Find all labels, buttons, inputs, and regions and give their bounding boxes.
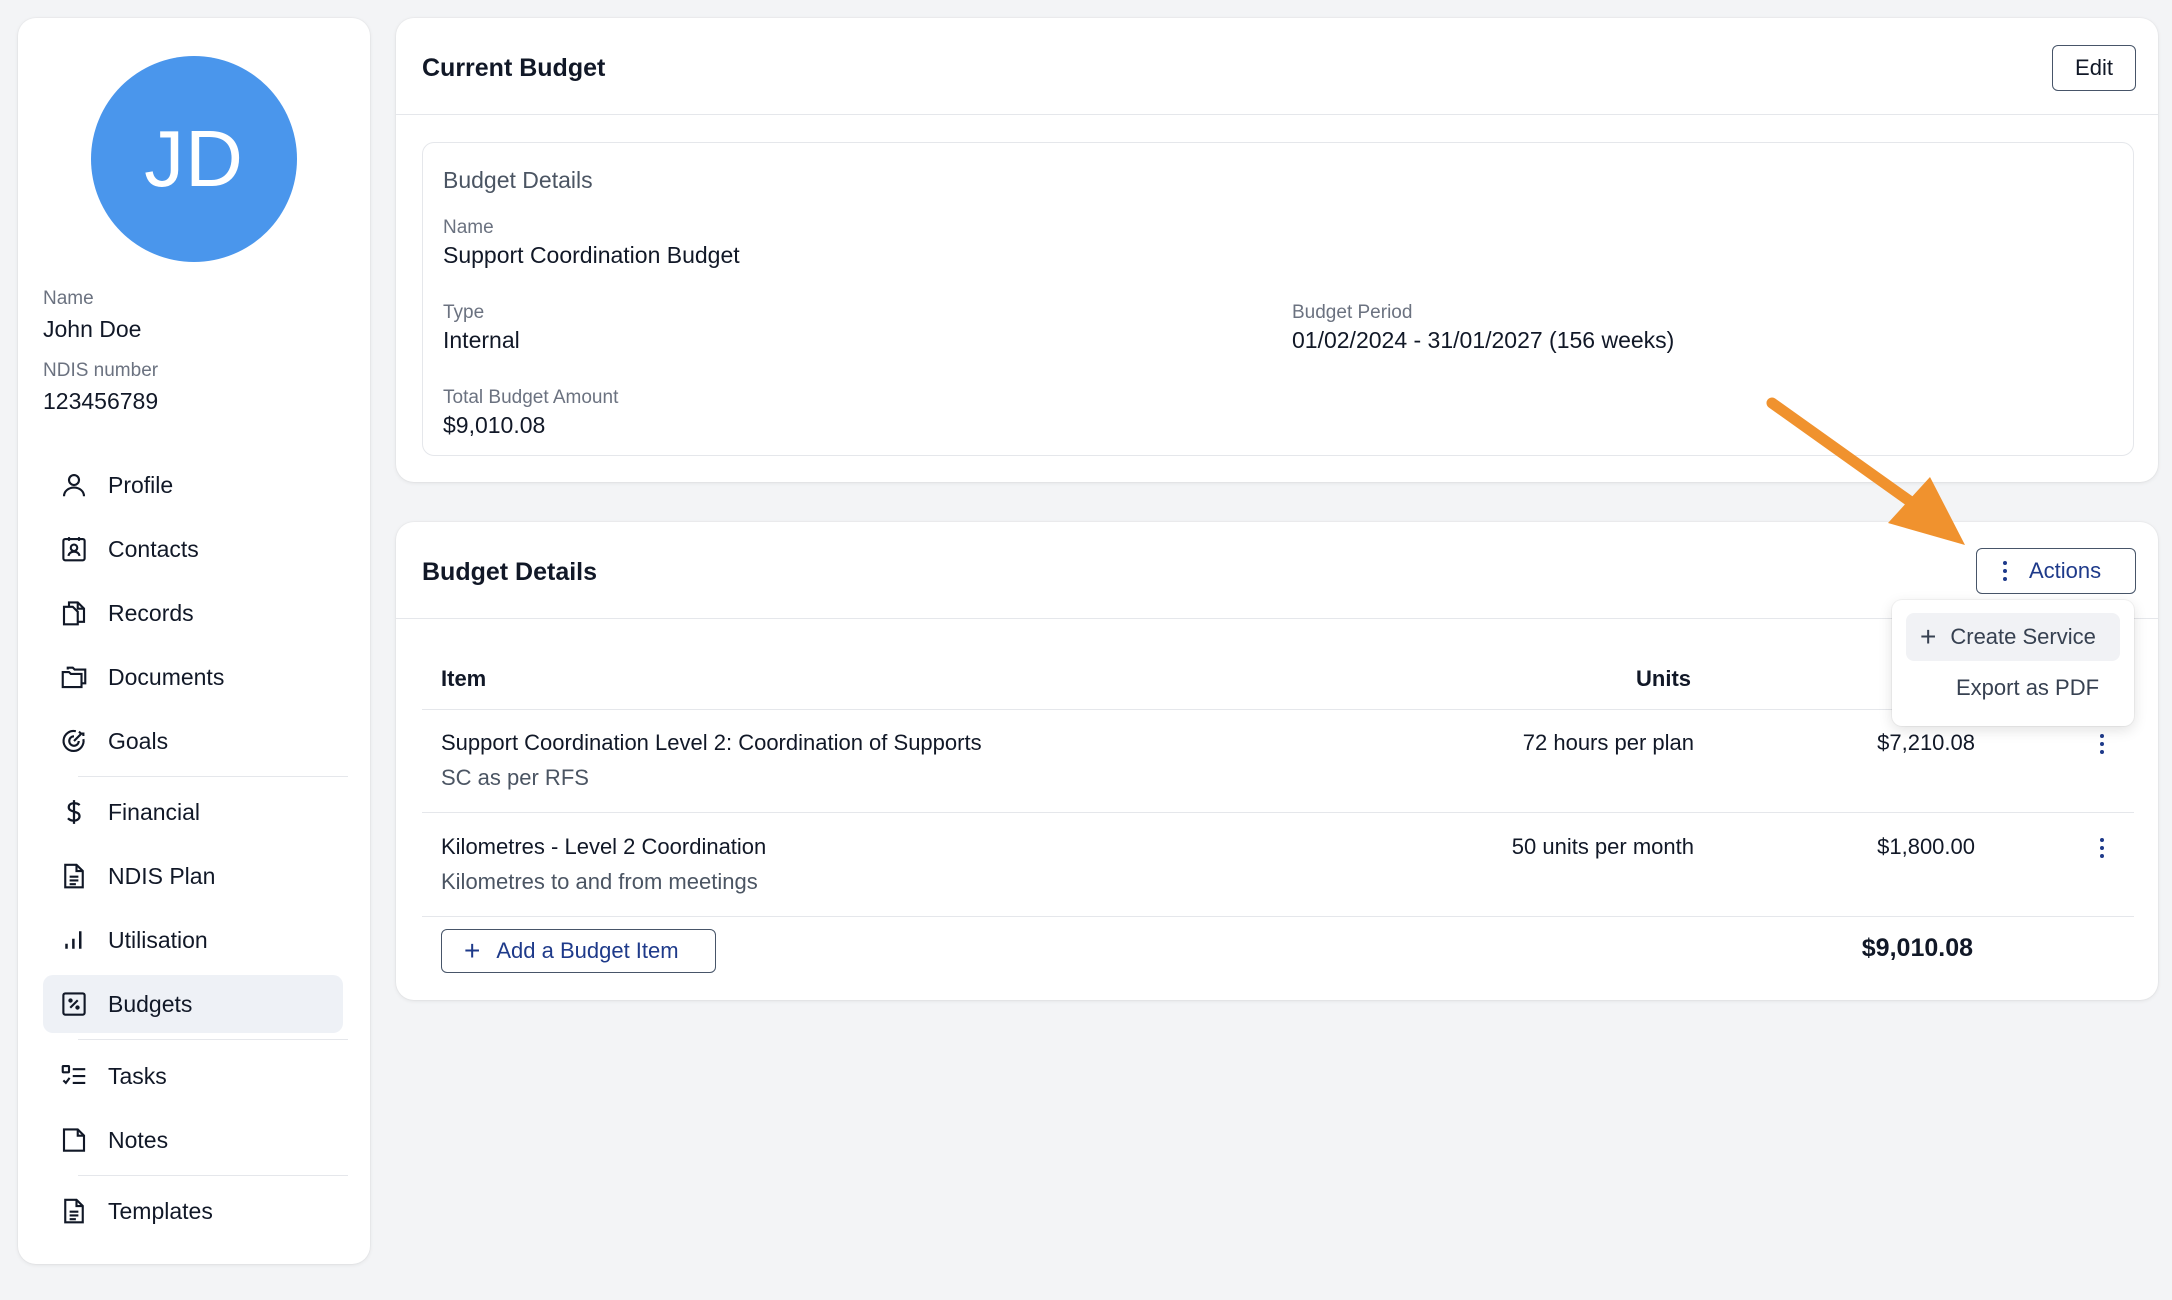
sidebar-item-tasks[interactable]: Tasks (43, 1047, 343, 1105)
plus-icon: + (464, 935, 481, 966)
sidebar-item-label: Goals (108, 727, 169, 754)
records-icon (58, 597, 90, 629)
row-divider (422, 812, 2134, 813)
sidebar-item-records[interactable]: Records (43, 584, 343, 642)
dollar-icon (58, 796, 90, 828)
sidebar-item-label: Utilisation (108, 926, 208, 953)
sidebar-item-templates[interactable]: Templates (43, 1182, 343, 1240)
budget-item-amount: $7,210.08 (1877, 730, 1975, 755)
bar-chart-icon (58, 924, 90, 956)
sidebar-item-budgets[interactable]: Budgets (43, 975, 343, 1033)
sidebar-item-label: Profile (108, 471, 174, 498)
sidebar-item-label: Financial (108, 798, 201, 825)
sidebar-item-label: Budgets (108, 990, 193, 1017)
sidebar-item-contacts[interactable]: Contacts (43, 520, 343, 578)
name-label: Name (43, 288, 94, 309)
sidebar-item-label: Documents (108, 663, 225, 690)
sidebar-item-label: Notes (108, 1126, 169, 1153)
budget-item-title: Kilometres - Level 2 Coordination (441, 834, 767, 859)
sidebar-item-goals[interactable]: Goals (43, 712, 343, 770)
avatar: JD (91, 56, 297, 262)
budget-type-label: Type (443, 302, 485, 323)
add-budget-item-button[interactable]: + Add a Budget Item (441, 929, 716, 973)
budget-item-units: 72 hours per plan (1522, 730, 1694, 755)
column-header-units: Units (1636, 666, 1691, 691)
row-divider (422, 709, 2134, 710)
sidebar-item-label: Tasks (108, 1062, 167, 1089)
template-icon (58, 1195, 90, 1227)
budget-name-value: Support Coordination Budget (443, 242, 740, 268)
total-budget-label: Total Budget Amount (443, 387, 619, 408)
plus-icon: + (1920, 621, 1937, 652)
note-icon (58, 1124, 90, 1156)
budget-total: $9,010.08 (1861, 934, 1973, 962)
menu-item-label: Export as PDF (1956, 675, 2100, 700)
total-budget-value: $9,010.08 (443, 412, 546, 438)
folders-icon (58, 661, 90, 693)
menu-item-create-service[interactable]: + Create Service (1906, 613, 2120, 661)
kebab-icon (2003, 561, 2007, 581)
ndis-number-label: NDIS number (43, 360, 159, 381)
checklist-icon (58, 1060, 90, 1092)
add-budget-item-label: Add a Budget Item (496, 938, 679, 963)
budget-details-heading: Budget Details (443, 167, 593, 193)
budget-type-value: Internal (443, 327, 520, 353)
card-divider (396, 114, 2158, 115)
document-icon (58, 860, 90, 892)
budget-period-label: Budget Period (1292, 302, 1413, 323)
sidebar-item-financial[interactable]: Financial (43, 783, 343, 841)
budget-item-units: 50 units per month (1511, 834, 1694, 859)
sidebar-item-profile[interactable]: Profile (43, 456, 343, 514)
budget-details-card: Budget Details Actions Item Units Suppor… (396, 522, 2158, 1000)
nav-divider (78, 1039, 348, 1040)
budget-details-title: Budget Details (422, 558, 598, 586)
budget-item-subtitle: SC as per RFS (441, 765, 589, 790)
row-divider (422, 916, 2134, 917)
menu-item-export-pdf[interactable]: Export as PDF (1906, 664, 2120, 712)
column-header-item: Item (441, 666, 487, 691)
row-menu-button[interactable] (2090, 833, 2114, 863)
budget-item-title: Support Coordination Level 2: Coordinati… (441, 730, 982, 755)
current-budget-title: Current Budget (422, 54, 606, 82)
sidebar-item-label: NDIS Plan (108, 862, 216, 889)
sidebar-item-label: Records (108, 599, 194, 626)
contact-card-icon (58, 533, 90, 565)
budget-period-value: 01/02/2024 - 31/01/2027 (156 weeks) (1292, 327, 1675, 353)
sidebar-item-notes[interactable]: Notes (43, 1111, 343, 1169)
actions-label: Actions (2029, 558, 2102, 583)
edit-button[interactable]: Edit (2052, 45, 2136, 91)
actions-button[interactable]: Actions (1976, 548, 2136, 594)
sidebar-item-label: Templates (108, 1197, 213, 1224)
row-menu-button[interactable] (2090, 729, 2114, 759)
percent-box-icon (58, 988, 90, 1020)
menu-item-label: Create Service (1950, 624, 2096, 649)
person-icon (58, 469, 90, 501)
sidebar-item-utilisation[interactable]: Utilisation (43, 911, 343, 969)
ndis-number: 123456789 (43, 388, 159, 414)
actions-dropdown-menu: + Create Service Export as PDF (1892, 600, 2134, 726)
budget-item-amount: $1,800.00 (1877, 834, 1975, 859)
target-icon (58, 725, 90, 757)
nav-divider (78, 776, 348, 777)
annotation-arrow-icon (1766, 397, 1965, 545)
sidebar-item-documents[interactable]: Documents (43, 648, 343, 706)
budget-item-subtitle: Kilometres to and from meetings (441, 869, 758, 894)
nav-divider (78, 1175, 348, 1176)
sidebar-item-ndis-plan[interactable]: NDIS Plan (43, 847, 343, 905)
budget-name-label: Name (443, 217, 494, 238)
client-sidebar: JD Name John Doe NDIS number 123456789 P… (18, 18, 370, 1264)
sidebar-item-label: Contacts (108, 535, 199, 562)
client-name: John Doe (43, 316, 142, 342)
